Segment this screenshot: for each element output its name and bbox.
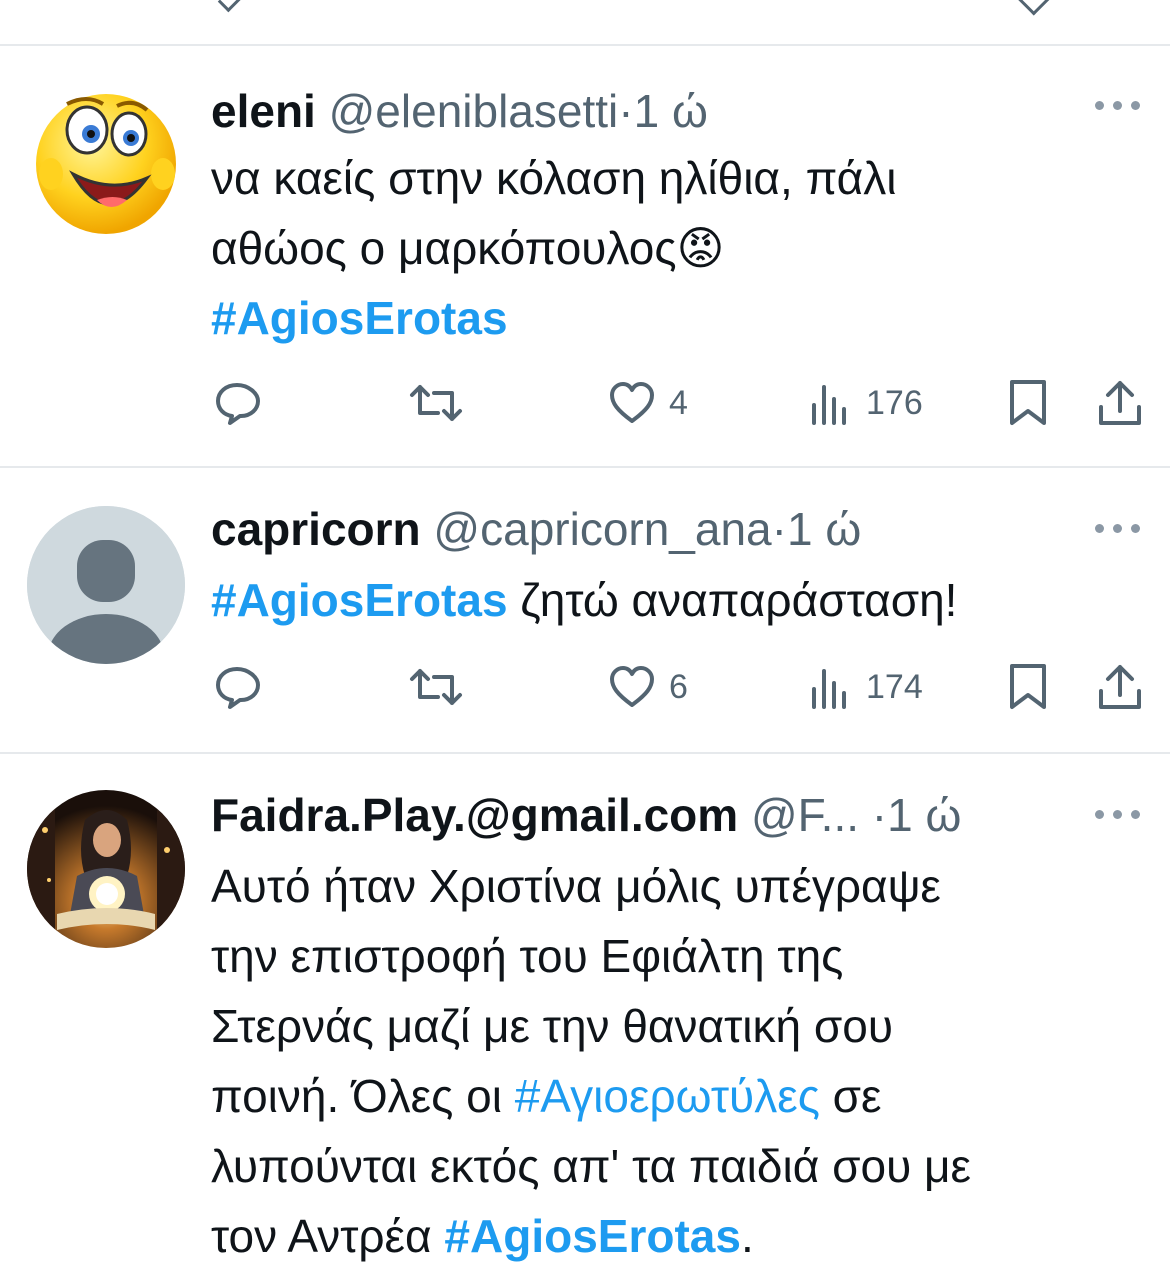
bookmark-button[interactable] <box>1008 373 1048 433</box>
view-count: 176 <box>866 383 923 422</box>
share-button[interactable] <box>1097 373 1143 433</box>
text-line: Στερνάς μαζί με την θανατική σου <box>211 1000 893 1052</box>
tweet-capricorn[interactable]: capricorn @capricorn_ana·1 ώ #AgiosErota… <box>0 468 1170 754</box>
text-line: να καείς στην κόλαση ηλίθια, πάλι <box>211 152 897 204</box>
display-name[interactable]: capricorn <box>211 503 421 555</box>
view-count: 174 <box>866 667 923 706</box>
girl-reading-book-avatar-icon <box>27 790 185 948</box>
tweet-faidra[interactable]: Faidra.Play.@gmail.com @F... ·1 ώ Αυτό ή… <box>0 754 1170 1273</box>
tweet-header: capricorn @capricorn_ana·1 ώ <box>211 499 861 559</box>
reply-icon <box>213 379 261 427</box>
like-button[interactable]: 6 <box>609 657 688 717</box>
share-icon <box>1097 663 1143 711</box>
text-segment: ποινή. Όλες οι <box>211 1070 515 1122</box>
timestamp[interactable]: 1 ώ <box>634 85 708 137</box>
more-options-icon[interactable] <box>1095 524 1141 536</box>
bookmark-icon <box>1008 379 1048 427</box>
text-line: λυπούνται εκτός απ' τα παιδιά σου με <box>211 1140 972 1192</box>
more-options-icon[interactable] <box>1095 810 1141 822</box>
text-segment: ζητώ αναπαράσταση! <box>507 574 958 626</box>
timeline: eleni @eleniblasetti·1 ώ να καείς στην κ… <box>0 0 1170 1273</box>
hashtag-link[interactable]: #AgiosErotas <box>444 1210 741 1262</box>
timestamp[interactable]: 1 ώ <box>887 789 961 841</box>
display-name[interactable]: eleni <box>211 85 316 137</box>
like-count: 6 <box>669 667 688 706</box>
text-segment: αθώος ο μαρκόπουλος <box>211 222 677 274</box>
views-button[interactable]: 174 <box>810 657 923 717</box>
tweet-eleni[interactable]: eleni @eleniblasetti·1 ώ να καείς στην κ… <box>0 46 1170 468</box>
reply-icon <box>213 663 261 711</box>
views-button[interactable]: 176 <box>810 373 923 433</box>
handle[interactable]: @capricorn_ana <box>433 503 771 555</box>
share-icon <box>1097 379 1143 427</box>
handle[interactable]: @eleniblasetti <box>329 85 619 137</box>
tweet-text: Αυτό ήταν Χριστίνα μόλις υπέγραψε την επ… <box>211 851 1131 1271</box>
views-chart-icon <box>810 665 852 709</box>
bookmark-button[interactable] <box>1008 657 1048 717</box>
heart-icon <box>609 665 655 709</box>
action-bar: 6 174 <box>0 657 1170 717</box>
tweet-text: #AgiosErotas ζητώ αναπαράσταση! <box>211 565 1131 635</box>
heart-icon <box>609 381 655 425</box>
retweet-icon <box>408 379 464 427</box>
retweet-button[interactable] <box>408 373 464 433</box>
hashtag-link[interactable]: #AgiosErotas <box>211 292 508 344</box>
hashtag-link[interactable]: #Αγιοερωτύλες <box>515 1070 820 1122</box>
text-segment: τον Αντρέα <box>211 1210 445 1262</box>
share-button[interactable] <box>1097 657 1143 717</box>
avatar[interactable] <box>27 82 185 240</box>
avatar[interactable] <box>27 506 185 664</box>
timestamp[interactable]: 1 ώ <box>787 503 861 555</box>
default-profile-icon <box>27 506 185 664</box>
previous-tweet-share-icon[interactable] <box>1013 0 1051 16</box>
reply-button[interactable] <box>213 657 261 717</box>
tweet-header: eleni @eleniblasetti·1 ώ <box>211 81 708 141</box>
like-count: 4 <box>669 383 688 422</box>
separator-dot: · <box>771 503 787 555</box>
text-segment: . <box>740 1210 754 1262</box>
retweet-icon <box>408 663 464 711</box>
text-line: Αυτό ήταν Χριστίνα μόλις υπέγραψε <box>211 860 941 912</box>
bookmark-icon <box>1008 663 1048 711</box>
display-name[interactable]: Faidra.Play.@gmail.com <box>211 789 738 841</box>
action-bar: 4 176 <box>0 373 1170 433</box>
separator-dot: · <box>618 85 634 137</box>
text-line: την επιστροφή του Εφιάλτη της <box>211 930 844 982</box>
hashtag-link[interactable]: #AgiosErotas <box>211 574 508 626</box>
handle[interactable]: @F... <box>751 789 859 841</box>
tweet-header: Faidra.Play.@gmail.com @F... ·1 ώ <box>211 785 961 845</box>
angry-face-emoji: 😡 <box>676 222 725 274</box>
previous-tweet-reply-icon[interactable] <box>217 0 244 13</box>
views-chart-icon <box>810 381 852 425</box>
text-line: αθώος ο μαρκόπουλος😡 <box>211 213 1131 283</box>
more-options-icon[interactable] <box>1095 101 1141 113</box>
separator-dot: · <box>871 789 888 841</box>
tweet-text: να καείς στην κόλαση ηλίθια, πάλι αθώος … <box>211 143 1131 353</box>
text-line: ποινή. Όλες οι #Αγιοερωτύλες σε <box>211 1061 1131 1131</box>
smiley-emoji-avatar-icon <box>27 82 185 240</box>
text-line: τον Αντρέα #AgiosErotas. <box>211 1201 1131 1271</box>
reply-button[interactable] <box>213 373 261 433</box>
retweet-button[interactable] <box>408 657 464 717</box>
avatar[interactable] <box>27 790 185 948</box>
like-button[interactable]: 4 <box>609 373 688 433</box>
text-segment: σε <box>819 1070 882 1122</box>
